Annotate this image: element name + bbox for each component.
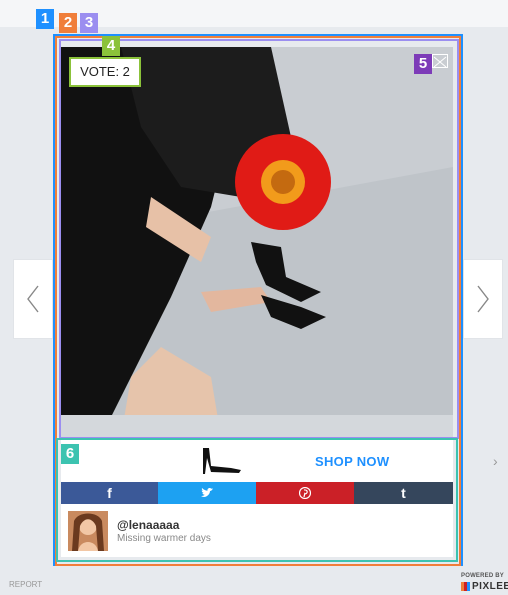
next-button[interactable] (463, 259, 503, 339)
pinterest-share-button[interactable] (256, 482, 354, 504)
annotation-badge-3: 3 (80, 13, 98, 33)
avatar[interactable] (68, 511, 108, 551)
annotation-badge-1: 1 (36, 9, 54, 29)
chevron-left-icon (27, 285, 39, 313)
vote-count-badge[interactable]: VOTE: 2 (69, 57, 141, 87)
annotation-badge-4: 4 (102, 36, 120, 56)
chevron-right-icon: › (493, 453, 498, 469)
annotation-badge-5: 5 (414, 54, 432, 74)
facebook-share-button[interactable]: f (61, 482, 158, 504)
pixlee-logo[interactable]: PIXLEE (461, 581, 508, 592)
report-link[interactable]: REPORT (9, 580, 42, 589)
facebook-icon: f (107, 485, 112, 501)
chevron-right-icon (477, 285, 489, 313)
twitter-share-button[interactable] (158, 482, 256, 504)
tumblr-share-button[interactable]: t (354, 482, 453, 504)
annotation-badge-6: 6 (61, 444, 79, 464)
user-handle[interactable]: @lenaaaaa (117, 518, 179, 532)
highlight-outline-3 (59, 39, 459, 439)
photo-caption: Missing warmer days (117, 533, 211, 544)
previous-button[interactable] (13, 259, 53, 339)
twitter-bird-icon (201, 488, 213, 497)
tumblr-icon: t (401, 485, 406, 501)
close-icon[interactable] (432, 54, 448, 68)
user-info-row: @lenaaaaa Missing warmer days (61, 504, 453, 557)
annotation-badge-2: 2 (59, 13, 77, 33)
pixlee-brand: PIXLEE (472, 581, 508, 592)
pinterest-icon (298, 486, 312, 500)
pixlee-mark-icon (461, 582, 470, 591)
powered-by-label: POWERED BY (461, 573, 505, 579)
